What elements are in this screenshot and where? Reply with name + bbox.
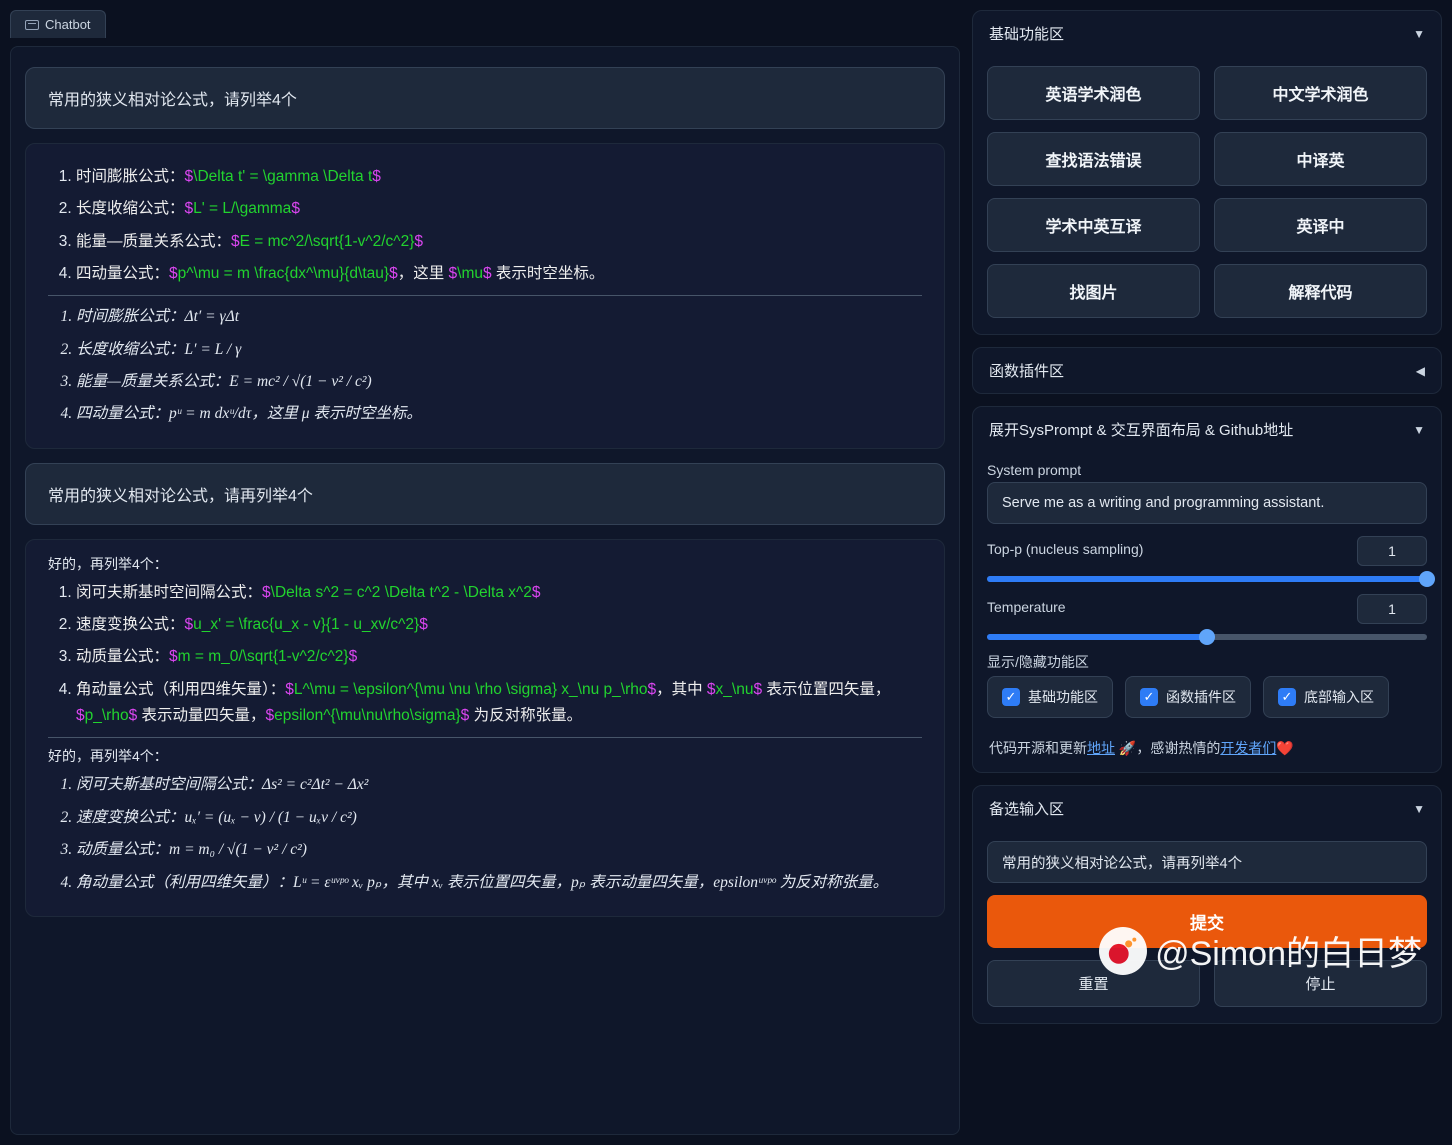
user-message: 常用的狭义相对论公式，请再列举4个 xyxy=(25,463,945,525)
alt-input[interactable] xyxy=(987,841,1427,883)
check-icon: ✓ xyxy=(1002,688,1020,706)
panel-basic-header[interactable]: 基础功能区 ▼ xyxy=(973,11,1441,56)
panel-title: 展开SysPrompt & 交互界面布局 & Github地址 xyxy=(989,419,1293,440)
slider-thumb-icon[interactable] xyxy=(1199,629,1215,645)
right-column: 基础功能区 ▼ 英语学术润色 中文学术润色 查找语法错误 中译英 学术中英互译 … xyxy=(972,10,1442,1135)
temp-label: Temperature xyxy=(987,599,1066,615)
stop-button[interactable]: 停止 xyxy=(1214,960,1427,1007)
chevron-down-icon: ▼ xyxy=(1413,802,1425,816)
reset-button[interactable]: 重置 xyxy=(987,960,1200,1007)
panel-sys: 展开SysPrompt & 交互界面布局 & Github地址 ▼ System… xyxy=(972,406,1442,773)
check-icon: ✓ xyxy=(1278,688,1296,706)
panel-basic: 基础功能区 ▼ 英语学术润色 中文学术润色 查找语法错误 中译英 学术中英互译 … xyxy=(972,10,1442,335)
panel-alt-input: 备选输入区 ▼ 提交 重置 停止 xyxy=(972,785,1442,1024)
chat-icon xyxy=(25,20,39,30)
heart-icon: ❤️ xyxy=(1276,740,1293,756)
panel-plugin-header[interactable]: 函数插件区 ◀ xyxy=(973,348,1441,393)
check-plugin[interactable]: ✓函数插件区 xyxy=(1125,676,1251,718)
bot-message: 时间膨胀公式：$\Delta t' = \gamma \Delta t$ 长度收… xyxy=(25,143,945,449)
submit-button[interactable]: 提交 xyxy=(987,895,1427,948)
devs-link[interactable]: 开发者们 xyxy=(1220,740,1276,756)
fn-academic-swap[interactable]: 学术中英互译 xyxy=(987,198,1200,252)
sysprompt-label: System prompt xyxy=(987,462,1427,478)
panel-alt-header[interactable]: 备选输入区 ▼ xyxy=(973,786,1441,831)
fn-chinese-polish[interactable]: 中文学术润色 xyxy=(1214,66,1427,120)
tab-label: Chatbot xyxy=(45,17,91,32)
panel-plugin: 函数插件区 ◀ xyxy=(972,347,1442,394)
panel-title: 基础功能区 xyxy=(989,23,1064,44)
rocket-icon: 🚀 xyxy=(1119,740,1136,756)
fn-grammar-check[interactable]: 查找语法错误 xyxy=(987,132,1200,186)
toggle-label: 显示/隐藏功能区 xyxy=(987,652,1427,672)
fn-english-polish[interactable]: 英语学术润色 xyxy=(987,66,1200,120)
source-line: 代码开源和更新地址 🚀，感谢热情的开发者们❤️ xyxy=(973,734,1441,772)
sysprompt-input[interactable] xyxy=(987,482,1427,524)
check-basic[interactable]: ✓基础功能区 xyxy=(987,676,1113,718)
fn-find-image[interactable]: 找图片 xyxy=(987,264,1200,318)
topp-slider[interactable] xyxy=(987,576,1427,582)
check-bottom-input[interactable]: ✓底部输入区 xyxy=(1263,676,1389,718)
check-icon: ✓ xyxy=(1140,688,1158,706)
left-column: Chatbot 常用的狭义相对论公式，请列举4个 时间膨胀公式：$\Delta … xyxy=(10,10,960,1135)
chevron-down-icon: ▼ xyxy=(1413,27,1425,41)
temp-value[interactable]: 1 xyxy=(1357,594,1427,624)
topp-value[interactable]: 1 xyxy=(1357,536,1427,566)
fn-zh-to-en[interactable]: 中译英 xyxy=(1214,132,1427,186)
tab-chatbot[interactable]: Chatbot xyxy=(10,10,106,38)
chat-area[interactable]: 常用的狭义相对论公式，请列举4个 时间膨胀公式：$\Delta t' = \ga… xyxy=(10,46,960,1135)
temp-slider[interactable] xyxy=(987,634,1427,640)
topp-label: Top-p (nucleus sampling) xyxy=(987,541,1143,557)
slider-thumb-icon[interactable] xyxy=(1419,571,1435,587)
github-link[interactable]: 地址 xyxy=(1087,740,1115,756)
panel-title: 备选输入区 xyxy=(989,798,1064,819)
user-message: 常用的狭义相对论公式，请列举4个 xyxy=(25,67,945,129)
chevron-down-icon: ▼ xyxy=(1413,423,1425,437)
fn-explain-code[interactable]: 解释代码 xyxy=(1214,264,1427,318)
bot-message: 好的，再列举4个： 闵可夫斯基时空间隔公式：$\Delta s^2 = c^2 … xyxy=(25,539,945,917)
tab-bar: Chatbot xyxy=(10,10,960,38)
panel-sys-header[interactable]: 展开SysPrompt & 交互界面布局 & Github地址 ▼ xyxy=(973,407,1441,452)
chevron-left-icon: ◀ xyxy=(1416,364,1425,378)
panel-title: 函数插件区 xyxy=(989,360,1064,381)
fn-en-to-zh[interactable]: 英译中 xyxy=(1214,198,1427,252)
